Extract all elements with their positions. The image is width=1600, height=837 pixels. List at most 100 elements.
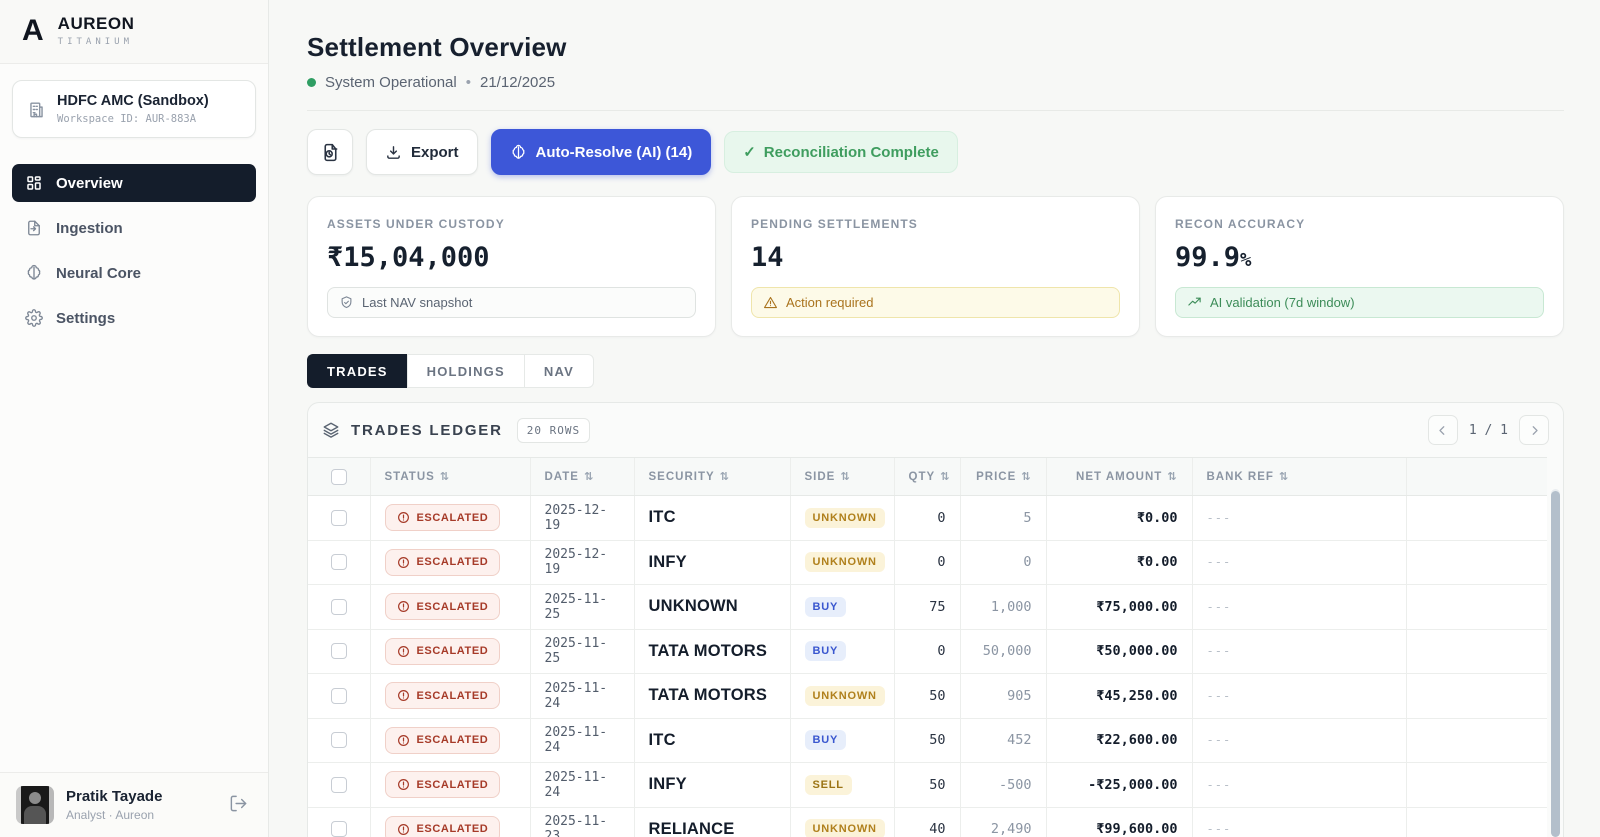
price-cell: 905 (960, 674, 1046, 719)
column-header-date[interactable]: DATE⇅ (530, 458, 634, 496)
spacer-cell (1406, 496, 1547, 541)
file-clock-icon (320, 142, 341, 163)
table-row[interactable]: ESCALATED 2025-11-24 TATA MOTORS UNKNOWN… (308, 674, 1547, 719)
table-row[interactable]: ESCALATED 2025-12-19 INFY UNKNOWN 0 0 ₹0… (308, 540, 1547, 585)
bank-ref-cell: --- (1192, 540, 1406, 585)
column-header-bank-ref[interactable]: BANK REF⇅ (1192, 458, 1406, 496)
row-select-cell (308, 718, 370, 763)
spacer-cell (1406, 807, 1547, 837)
date-cell: 2025-11-24 (530, 763, 634, 808)
tab-nav[interactable]: NAV (524, 354, 594, 388)
net-amount-cell: ₹45,250.00 (1046, 674, 1192, 719)
page-total: 1 (1500, 423, 1508, 438)
card-value-text: 99.9 (1175, 242, 1240, 273)
table-scrollbar-thumb[interactable] (1551, 491, 1560, 837)
user-role: Analyst · Aureon (66, 808, 162, 822)
price-cell: 0 (960, 540, 1046, 585)
column-header-qty[interactable]: QTY⇅ (894, 458, 960, 496)
sidebar-nav: Overview Ingestion Neural Core Settings (0, 164, 268, 337)
bank-ref-cell: --- (1192, 629, 1406, 674)
brand-header: A AUREON TITANIUM (0, 0, 268, 64)
row-checkbox[interactable] (331, 821, 347, 837)
security-cell: TATA MOTORS (634, 629, 790, 674)
tab-holdings[interactable]: HOLDINGS (407, 354, 524, 388)
trades-table: STATUS⇅ DATE⇅ SECURITY⇅ SIDE⇅ QTY⇅ PRICE… (308, 457, 1547, 837)
history-report-button[interactable] (307, 129, 353, 175)
check-icon: ✓ (743, 143, 756, 161)
table-scrollbar-track[interactable] (1551, 489, 1560, 837)
card-label: RECON ACCURACY (1175, 217, 1544, 231)
row-checkbox[interactable] (331, 732, 347, 748)
alert-circle-icon (397, 823, 410, 836)
building-icon (27, 100, 46, 119)
select-all-checkbox[interactable] (331, 469, 347, 485)
sort-icon: ⇅ (440, 470, 450, 483)
row-checkbox[interactable] (331, 510, 347, 526)
column-header-price[interactable]: PRICE⇅ (960, 458, 1046, 496)
net-amount-cell: ₹75,000.00 (1046, 585, 1192, 630)
alert-circle-icon (397, 556, 410, 569)
status-cell: ESCALATED (370, 540, 530, 585)
column-header-security[interactable]: SECURITY⇅ (634, 458, 790, 496)
sort-icon: ⇅ (1021, 470, 1031, 483)
table-row[interactable]: ESCALATED 2025-11-25 UNKNOWN BUY 75 1,00… (308, 585, 1547, 630)
avatar (16, 786, 54, 824)
date-cell: 2025-12-19 (530, 496, 634, 541)
status-badge: ESCALATED (385, 816, 501, 837)
bank-ref-cell: --- (1192, 674, 1406, 719)
row-checkbox[interactable] (331, 777, 347, 793)
brand-logo-icon: A (22, 16, 44, 46)
table-row[interactable]: ESCALATED 2025-11-25 TATA MOTORS BUY 0 5… (308, 629, 1547, 674)
column-header-status[interactable]: STATUS⇅ (370, 458, 530, 496)
status-cell: ESCALATED (370, 763, 530, 808)
net-amount-cell: ₹22,600.00 (1046, 718, 1192, 763)
sidebar-item-ingestion[interactable]: Ingestion (12, 209, 256, 247)
column-header-net-amount[interactable]: NET AMOUNT⇅ (1046, 458, 1192, 496)
app-window: A AUREON TITANIUM HDFC AMC (Sandbox) Wor… (0, 0, 1600, 837)
sidebar-item-overview[interactable]: Overview (12, 164, 256, 202)
price-cell: 1,000 (960, 585, 1046, 630)
table-row[interactable]: ESCALATED 2025-11-24 ITC BUY 50 452 ₹22,… (308, 718, 1547, 763)
security-cell: INFY (634, 763, 790, 808)
card-value: 14 (751, 242, 1120, 273)
next-page-button[interactable] (1519, 415, 1549, 445)
bank-ref-cell: --- (1192, 496, 1406, 541)
net-amount-cell: -₹25,000.00 (1046, 763, 1192, 808)
row-checkbox[interactable] (331, 643, 347, 659)
brand-tier: TITANIUM (58, 37, 135, 47)
qty-cell: 0 (894, 496, 960, 541)
pill-label: Last NAV snapshot (362, 295, 472, 310)
ledger-header: TRADES LEDGER 20 ROWS 1 / 1 (308, 403, 1563, 457)
tab-trades[interactable]: TRADES (307, 354, 407, 388)
table-row[interactable]: ESCALATED 2025-11-24 INFY SELL 50 -500 -… (308, 763, 1547, 808)
ledger-tabs: TRADES HOLDINGS NAV (307, 354, 1564, 388)
brain-icon (25, 264, 43, 282)
auto-resolve-button[interactable]: Auto-Resolve (AI) (14) (491, 129, 712, 175)
security-cell: ITC (634, 718, 790, 763)
logout-button[interactable] (225, 790, 252, 820)
nav-snapshot-pill: Last NAV snapshot (327, 287, 696, 318)
export-button[interactable]: Export (366, 129, 478, 175)
table-row[interactable]: ESCALATED 2025-11-23 RELIANCE UNKNOWN 40… (308, 807, 1547, 837)
workspace-card[interactable]: HDFC AMC (Sandbox) Workspace ID: AUR-883… (12, 80, 256, 138)
row-checkbox[interactable] (331, 599, 347, 615)
reconciliation-label: Reconciliation Complete (764, 144, 939, 161)
row-select-cell (308, 629, 370, 674)
prev-page-button[interactable] (1428, 415, 1458, 445)
status-row: System Operational • 21/12/2025 (307, 74, 1564, 91)
card-value: 99.9% (1175, 242, 1544, 273)
sidebar-item-neural-core[interactable]: Neural Core (12, 254, 256, 292)
sort-icon: ⇅ (940, 470, 950, 483)
sidebar-item-settings[interactable]: Settings (12, 299, 256, 337)
date-cell: 2025-11-23 (530, 807, 634, 837)
column-header-side[interactable]: SIDE⇅ (790, 458, 894, 496)
row-checkbox[interactable] (331, 554, 347, 570)
side-cell: UNKNOWN (790, 540, 894, 585)
bank-ref-cell: --- (1192, 585, 1406, 630)
sidebar-item-label: Settings (56, 310, 115, 327)
ai-validation-pill: AI validation (7d window) (1175, 287, 1544, 318)
column-header-spacer (1406, 458, 1547, 496)
table-row[interactable]: ESCALATED 2025-12-19 ITC UNKNOWN 0 5 ₹0.… (308, 496, 1547, 541)
row-checkbox[interactable] (331, 688, 347, 704)
logout-icon (229, 794, 248, 813)
